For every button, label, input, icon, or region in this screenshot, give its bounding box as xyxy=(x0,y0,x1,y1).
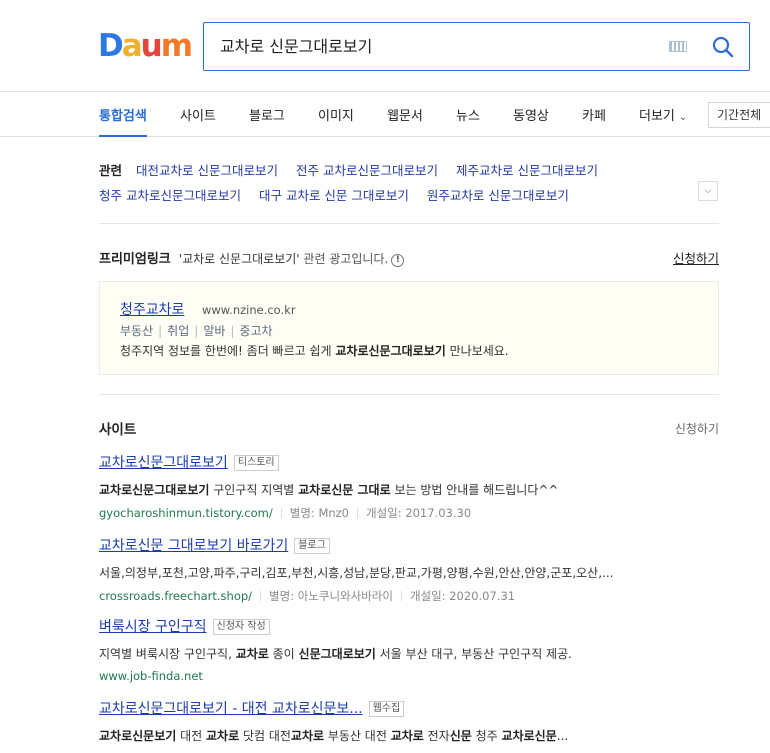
premium-apply-link[interactable]: 신청하기 xyxy=(673,248,719,267)
tab-news[interactable]: 뉴스 xyxy=(456,105,480,124)
result-meta: gyocharoshinmun.tistory.com/별명: Mnz0 개설일:… xyxy=(99,505,719,521)
related-keyword[interactable]: 원주교차로 신문그대로보기 xyxy=(427,188,569,203)
related-keyword[interactable]: 제주교차로 신문그대로보기 xyxy=(456,163,598,178)
logo-letter: a xyxy=(121,28,143,64)
keyboard-icon[interactable] xyxy=(669,41,687,52)
search-tabs: 통합검색 사이트 블로그 이미지 웹문서 뉴스 동영상 카페 더보기 ⌄ 기간전체 xyxy=(0,91,770,137)
related-searches: 관련 대전교차로 신문그대로보기 전주 교차로신문그대로보기 제주교차로 신문그대로보… xyxy=(99,152,719,224)
ad-categories: 부동산 | 취업 | 알바 | 중고차 xyxy=(120,324,273,338)
tab-more[interactable]: 더보기 ⌄ xyxy=(639,105,687,124)
result-title-link[interactable]: 벼룩시장 구인구직 xyxy=(99,619,207,635)
search-icon xyxy=(712,36,734,58)
result-description: 지역별 벼룩시장 구인구직, 교차로 종이 신문그대로보기 서울 부산 대구, … xyxy=(99,647,572,661)
tab-cafe[interactable]: 카페 xyxy=(582,105,606,124)
sites-apply-link[interactable]: 신청하기 xyxy=(675,420,719,437)
result-description: 교차로신문그대로보기 구인구직 지역별 교차로신문 그대로 보는 방법 안내를 … xyxy=(99,483,559,497)
sites-title: 사이트 xyxy=(99,422,137,438)
result-meta-item: 별명: 아노쿠니와사바라이 xyxy=(269,589,393,603)
related-keyword[interactable]: 대전교차로 신문그대로보기 xyxy=(136,163,278,178)
result-meta-item: 개설일: 2017.03.30 xyxy=(366,506,472,520)
tab-integrated[interactable]: 통합검색 xyxy=(99,105,147,124)
search-input[interactable]: 교차로 신문그대로보기 xyxy=(220,35,372,59)
result-source-badge: 신청자 작성 xyxy=(212,619,270,635)
result-source-badge: 티스토리 xyxy=(233,455,279,471)
related-row-1: 관련 대전교차로 신문그대로보기 전주 교차로신문그대로보기 제주교차로 신문그대로보… xyxy=(99,160,616,179)
related-expand-button[interactable]: ⌵ xyxy=(698,181,718,201)
tab-webdoc[interactable]: 웹문서 xyxy=(387,105,423,124)
site-result: 교차로신문그대로보기 - 대전 교차로신문보... 웹수집교차로신문보기 대전 교… xyxy=(99,698,719,753)
result-description: 교차로신문보기 대전 교차로 닷컴 대전교차로 부동산 대전 교차로 전자신문 … xyxy=(99,729,569,743)
chevron-down-icon: ⌵ xyxy=(704,186,712,196)
premium-ad: 청주교차로 www.nzine.co.kr 부동산 | 취업 | 알바 | 중고차 청주지역… xyxy=(99,281,719,375)
site-result: 벼룩시장 구인구직 신청자 작성지역별 벼룩시장 구인구직, 교차로 종이 신문그… xyxy=(99,616,719,683)
ad-url: www.nzine.co.kr xyxy=(202,303,296,317)
result-url[interactable]: gyocharoshinmun.tistory.com/ xyxy=(99,506,273,520)
ad-category-link[interactable]: 중고차 xyxy=(239,324,272,338)
result-title-link[interactable]: 교차로신문그대로보기 xyxy=(99,455,228,471)
tab-image[interactable]: 이미지 xyxy=(318,105,354,124)
premium-link-title: 프리미엄링크 xyxy=(99,252,171,267)
result-source-badge: 웹수집 xyxy=(368,701,405,717)
chevron-down-icon: ⌄ xyxy=(678,112,688,123)
result-meta: crossroads.freechart.shop/별명: 아노쿠니와사바라이 개… xyxy=(99,588,719,604)
info-icon[interactable]: ! xyxy=(391,254,405,267)
related-keyword[interactable]: 대구 교차로 신문 그대로보기 xyxy=(259,188,409,203)
active-tab-indicator xyxy=(99,135,147,137)
related-row-2: 청주 교차로신문그대로보기 대구 교차로 신문 그대로보기 원주교차로 신문그대로보… xyxy=(99,185,587,204)
result-source-badge: 블로그 xyxy=(294,538,330,554)
period-filter-button[interactable]: 기간전체 xyxy=(708,102,770,128)
ad-category-link[interactable]: 알바 xyxy=(203,324,225,338)
ad-category-link[interactable]: 취업 xyxy=(167,324,189,338)
result-meta-item: 별명: Mnz0 xyxy=(289,506,350,520)
ad-category-link[interactable]: 부동산 xyxy=(120,324,153,338)
related-keyword[interactable]: 청주 교차로신문그대로보기 xyxy=(99,188,241,203)
site-result: 교차로신문 그대로보기 바로가기 블로그서울,의정부,포천,고양,파주,구리,김포… xyxy=(99,535,719,604)
logo-letter: u xyxy=(140,28,163,64)
result-meta-item: 개설일: 2020.07.31 xyxy=(409,589,516,603)
tab-more-label: 더보기 xyxy=(639,109,675,124)
ad-title-link[interactable]: 청주교차로 xyxy=(120,299,184,319)
tab-blog[interactable]: 블로그 xyxy=(249,105,285,124)
premium-suffix: 관련 광고입니다. xyxy=(303,252,389,266)
result-meta: www.job-finda.net xyxy=(99,669,719,683)
result-url[interactable]: www.job-finda.net xyxy=(99,669,203,683)
ad-description: 청주지역 정보를 한번에! 좀더 빠르고 쉽게 교차로신문그대로보기 만나보세요… xyxy=(120,344,509,358)
site-result: 교차로신문그대로보기 티스토리교차로신문그대로보기 구인구직 지역별 교차로신문 … xyxy=(99,452,719,521)
premium-link-desc: '교차로 신문그대로보기' 관련 광고입니다.! xyxy=(178,252,405,267)
premium-query: '교차로 신문그대로보기' xyxy=(178,252,300,266)
search-button[interactable] xyxy=(710,34,736,60)
related-label: 관련 xyxy=(99,163,123,178)
premium-link-header: 프리미엄링크 '교차로 신문그대로보기' 관련 광고입니다.! 신청하기 xyxy=(99,248,719,267)
result-url[interactable]: crossroads.freechart.shop/ xyxy=(99,589,252,603)
result-title-link[interactable]: 교차로신문 그대로보기 바로가기 xyxy=(99,538,288,554)
header: Daum 교차로 신문그대로보기 xyxy=(0,0,770,92)
search-box[interactable]: 교차로 신문그대로보기 xyxy=(203,22,750,71)
logo-letter: D xyxy=(98,28,124,64)
tab-video[interactable]: 동영상 xyxy=(513,105,549,124)
related-keyword[interactable]: 전주 교차로신문그대로보기 xyxy=(296,163,438,178)
section-divider xyxy=(99,394,719,395)
daum-logo[interactable]: Daum xyxy=(98,28,193,64)
result-description: 서울,의정부,포천,고양,파주,구리,김포,부천,시흥,성남,분당,판교,가평,… xyxy=(99,566,614,580)
result-title-link[interactable]: 교차로신문그대로보기 - 대전 교차로신문보... xyxy=(99,701,363,717)
tab-site[interactable]: 사이트 xyxy=(180,105,216,124)
logo-letter: m xyxy=(160,28,193,64)
sites-header: 사이트 신청하기 xyxy=(99,418,719,438)
